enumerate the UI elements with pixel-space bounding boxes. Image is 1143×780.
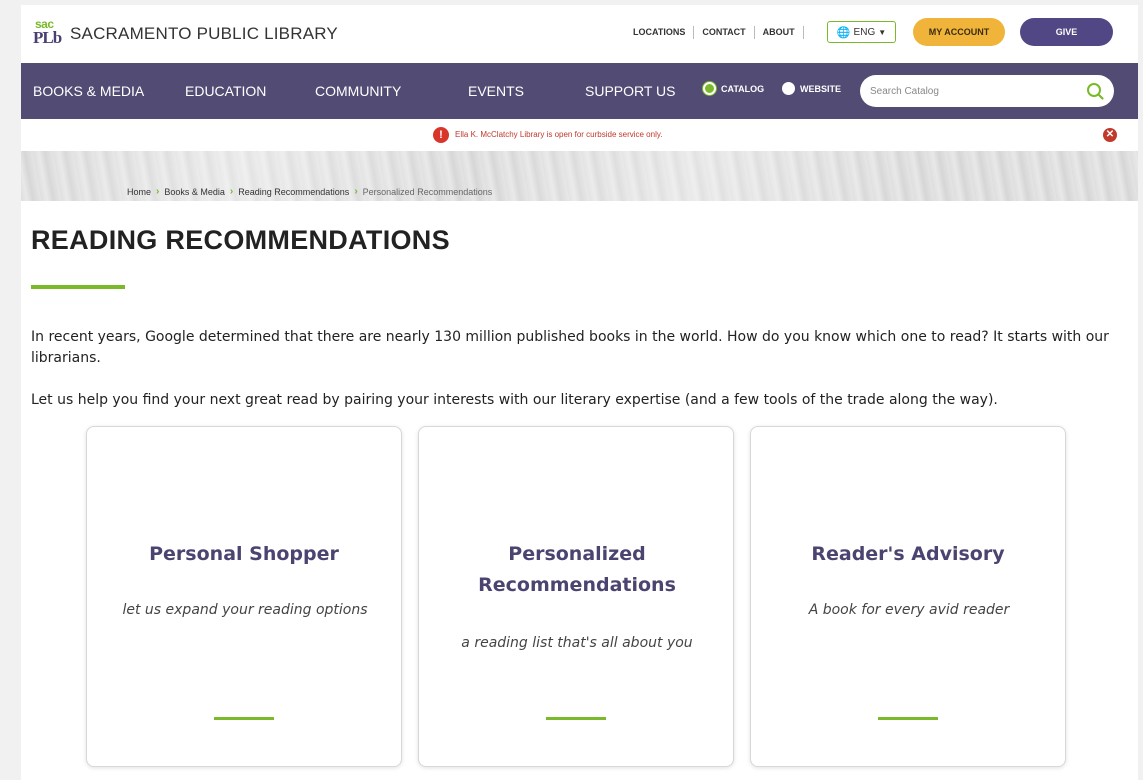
chevron-right-icon: › — [229, 186, 234, 197]
alert-bar: ! Ella K. McClatchy Library is open for … — [21, 119, 1138, 151]
utility-links: LOCATIONS CONTACT ABOUT — [633, 26, 804, 39]
breadcrumb-banner: Home › Books & Media › Reading Recommend… — [21, 151, 1138, 201]
radio-unselected-icon — [782, 82, 795, 95]
card-title: Personal Shopper — [149, 543, 339, 565]
breadcrumb-books-media[interactable]: Books & Media — [164, 187, 225, 197]
radio-catalog[interactable]: CATALOG — [703, 82, 764, 95]
search-box — [860, 75, 1114, 107]
chevron-right-icon: › — [354, 186, 358, 197]
alert-icon: ! — [433, 127, 449, 143]
logo-plb-text: PLb — [33, 28, 62, 47]
nav-education[interactable]: EDUCATION — [185, 83, 266, 99]
radio-catalog-label: CATALOG — [721, 83, 765, 94]
top-header: sac PLb SACRAMENTO PUBLIC LIBRARY LOCATI… — [21, 5, 1138, 63]
card-subtitle: A book for every avid reader — [808, 602, 1010, 618]
title-underline — [31, 285, 125, 289]
language-label: ENG — [853, 26, 876, 38]
card-title: Personalized Recommendations — [478, 543, 676, 596]
link-locations[interactable]: LOCATIONS — [633, 26, 695, 39]
alert-message[interactable]: Ella K. McClatchy Library is open for cu… — [455, 130, 663, 139]
breadcrumb-current: Personalized Recommendations — [362, 186, 493, 197]
nav-support-us[interactable]: SUPPORT US — [585, 83, 676, 99]
globe-icon: 🌐 — [836, 26, 851, 39]
library-logo-icon[interactable]: sac PLb — [33, 17, 67, 47]
page: sac PLb SACRAMENTO PUBLIC LIBRARY LOCATI… — [21, 5, 1138, 780]
radio-selected-icon — [703, 82, 716, 95]
card-accent-line — [546, 717, 606, 720]
radio-website[interactable]: WEBSITE — [782, 82, 841, 95]
search-input[interactable] — [870, 83, 1070, 99]
nav-books-media[interactable]: BOOKS & MEDIA — [33, 83, 144, 99]
nav-events[interactable]: EVENTS — [468, 83, 524, 99]
page-title: READING RECOMMENDATIONS — [31, 225, 450, 255]
breadcrumb-reading-recommendations[interactable]: Reading Recommendations — [238, 187, 349, 197]
nav-community[interactable]: COMMUNITY — [315, 83, 401, 99]
card-accent-line — [878, 717, 938, 720]
card-personal-shopper[interactable]: Personal Shopper let us expand your read… — [86, 426, 402, 767]
help-paragraph: Let us help you find your next great rea… — [31, 392, 998, 408]
language-selector[interactable]: 🌐 ENG ▼ — [827, 21, 896, 43]
breadcrumb-home[interactable]: Home — [127, 187, 151, 197]
search-icon[interactable] — [1086, 82, 1104, 100]
card-subtitle: let us expand your reading options — [122, 602, 368, 618]
logo-text[interactable]: SACRAMENTO PUBLIC LIBRARY — [70, 24, 338, 44]
link-about[interactable]: ABOUT — [755, 26, 804, 39]
caret-down-icon: ▼ — [878, 27, 887, 37]
card-title: Reader's Advisory — [811, 543, 1005, 565]
give-button[interactable]: GIVE — [1020, 18, 1113, 46]
chevron-right-icon: › — [156, 186, 160, 197]
card-personalized-recommendations[interactable]: Personalized Recommendations a reading l… — [418, 426, 734, 767]
radio-website-label: WEBSITE — [800, 83, 842, 94]
link-contact[interactable]: CONTACT — [694, 26, 755, 39]
card-accent-line — [214, 717, 274, 720]
my-account-button[interactable]: MY ACCOUNT — [913, 18, 1005, 46]
close-icon[interactable]: ✕ — [1103, 128, 1117, 142]
card-readers-advisory[interactable]: Reader's Advisory A book for every avid … — [750, 426, 1066, 767]
card-subtitle: a reading list that's all about you — [461, 635, 693, 651]
main-nav: BOOKS & MEDIA EDUCATION COMMUNITY EVENTS… — [21, 63, 1138, 119]
intro-paragraph: In recent years, Google determined that … — [31, 329, 1109, 366]
breadcrumb: Home › Books & Media › Reading Recommend… — [127, 186, 492, 197]
